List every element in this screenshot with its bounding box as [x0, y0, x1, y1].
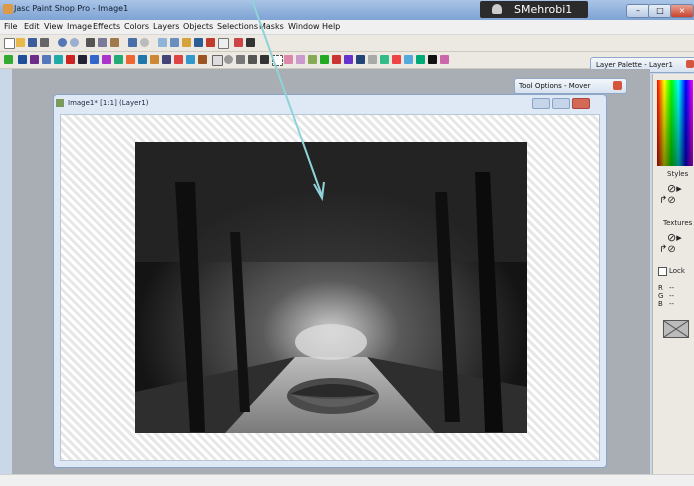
status-bar [0, 474, 694, 486]
null-swatch[interactable] [663, 320, 689, 338]
cross-icon [663, 320, 689, 338]
annotation-arrow [251, 0, 325, 202]
swap-colors-icon[interactable]: ↱⊘ [659, 195, 676, 206]
spectrum-shade [657, 80, 693, 166]
lock-label: Lock [669, 267, 685, 275]
rgb-b-label: B [658, 300, 663, 308]
rgb-g-value: -- [669, 292, 675, 300]
lock-checkbox[interactable] [658, 267, 667, 276]
textures-label: Textures [663, 219, 693, 227]
rgb-g-label: G [658, 292, 664, 300]
rgb-r-label: R [658, 284, 663, 292]
rgb-r-value: -- [669, 284, 675, 292]
rgb-b-value: -- [669, 300, 675, 308]
styles-label: Styles [667, 170, 689, 178]
textures-swatch-icon[interactable]: ⊘▸ [667, 231, 682, 244]
styles-swatch-icon[interactable]: ⊘▸ [667, 182, 682, 195]
color-palette-panel: Styles ⊘▸ ↱⊘ Textures ⊘▸ ↱⊘ Lock R -- G … [652, 74, 694, 474]
swap-textures-icon[interactable]: ↱⊘ [659, 244, 676, 255]
